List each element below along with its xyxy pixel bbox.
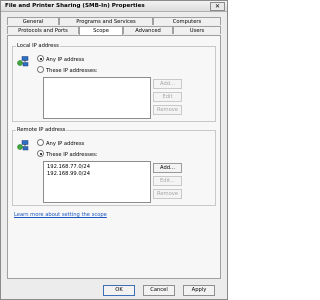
list-item[interactable]: 192.168.77.0/24: [47, 164, 90, 170]
apply-button[interactable]: Apply: [183, 285, 215, 296]
cancel-button[interactable]: Cancel: [143, 285, 175, 296]
local-add-button[interactable]: Add...: [153, 79, 182, 89]
tab-protocols-and-ports[interactable]: Protocols and Ports: [7, 26, 79, 34]
remote-these-ip-option[interactable]: These IP addresses:: [37, 150, 98, 158]
local-these-ip-radio[interactable]: [37, 66, 44, 73]
local-these-ip-label: These IP addresses:: [46, 68, 98, 74]
local-these-ip-option[interactable]: These IP addresses:: [37, 66, 98, 74]
list-item[interactable]: 192.168.99.0/24: [47, 171, 90, 177]
remote-any-ip-option[interactable]: Any IP address: [37, 139, 85, 147]
window-title: File and Printer Sharing (SMB-In) Proper…: [5, 3, 145, 9]
network-computers-icon: [17, 140, 29, 151]
remote-ip-list[interactable]: 192.168.77.0/24 192.168.99.0/24: [43, 161, 151, 203]
learn-more-link[interactable]: Learn more about setting the scope: [14, 212, 107, 218]
local-ip-group: Local IP address Any IP address These IP…: [12, 43, 216, 122]
local-remove-button[interactable]: Remove: [153, 105, 182, 115]
remote-remove-button[interactable]: Remove: [153, 189, 182, 199]
close-icon[interactable]: ✕: [210, 2, 225, 11]
tab-users[interactable]: Users: [173, 26, 221, 34]
remote-add-button[interactable]: Add...: [153, 163, 182, 173]
tab-advanced[interactable]: Advanced: [123, 26, 173, 34]
local-ip-label: Local IP address: [16, 43, 60, 49]
local-any-ip-label: Any IP address: [46, 57, 85, 63]
tab-computers[interactable]: Computers: [153, 17, 221, 25]
local-ip-list[interactable]: [43, 77, 151, 119]
tab-general[interactable]: General: [7, 17, 59, 25]
ok-button[interactable]: OK: [103, 285, 135, 296]
remote-ip-group: Remote IP address Any IP address These I…: [12, 127, 216, 206]
local-any-ip-option[interactable]: Any IP address: [37, 55, 85, 63]
remote-these-ip-radio[interactable]: [37, 150, 44, 157]
local-any-ip-radio[interactable]: [37, 55, 44, 62]
remote-any-ip-label: Any IP address: [46, 141, 85, 147]
remote-edit-button[interactable]: Edit...: [153, 176, 182, 186]
scope-panel: Local IP address Any IP address These IP…: [7, 35, 221, 279]
tab-programs-and-services[interactable]: Programs and Services: [59, 17, 153, 25]
remote-ip-label: Remote IP address: [16, 127, 67, 133]
properties-dialog: File and Printer Sharing (SMB-In) Proper…: [0, 0, 228, 300]
remote-any-ip-radio[interactable]: [37, 139, 44, 146]
remote-these-ip-label: These IP addresses:: [46, 152, 98, 158]
network-computers-icon: [17, 56, 29, 67]
tab-scope[interactable]: Scope: [79, 26, 123, 35]
title-bar: File and Printer Sharing (SMB-In) Proper…: [1, 1, 227, 12]
local-edit-button[interactable]: Edit: [153, 92, 182, 102]
